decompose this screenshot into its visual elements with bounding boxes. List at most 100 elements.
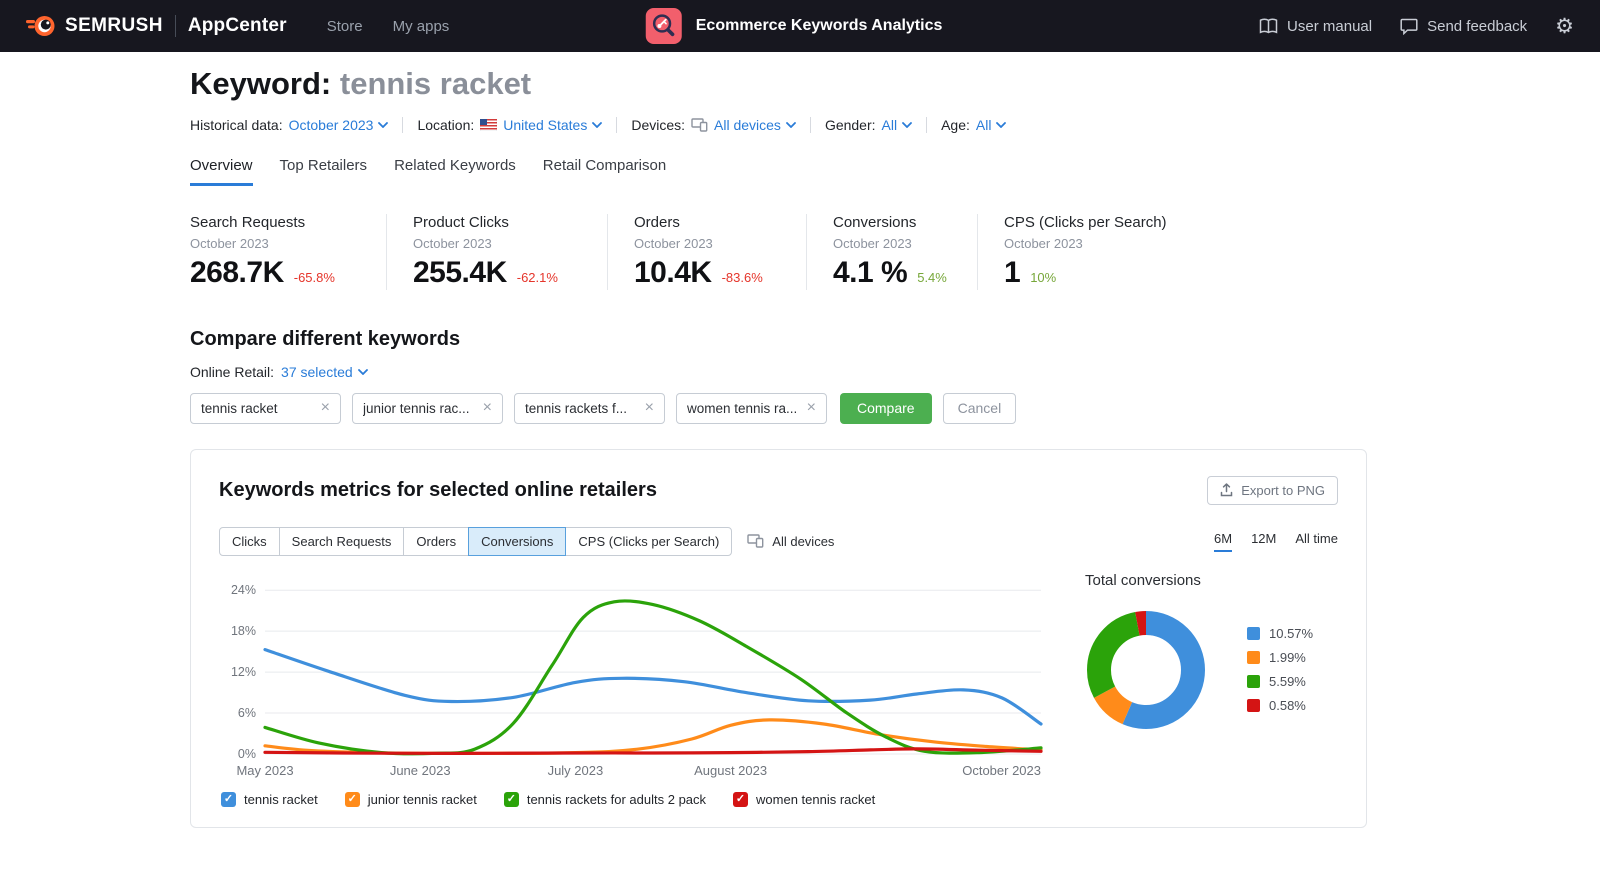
period-6m[interactable]: 6M [1214,531,1232,552]
chevron-down-icon [592,122,602,128]
metric-value: 1 [1004,256,1020,290]
metric-orders: Orders October 2023 10.4K-83.6% [607,214,806,290]
series-checkbox-legend: ✓ tennis racket ✓ junior tennis racket ✓… [219,792,1338,807]
location-dropdown[interactable]: United States [503,117,602,133]
metric-value: 268.7K [190,256,284,290]
series-checkbox-tennis-racket[interactable]: ✓ tennis racket [221,792,318,807]
age-dropdown[interactable]: All [976,117,1007,133]
metric-tab-conversions[interactable]: Conversions [468,527,566,556]
product-name[interactable]: AppCenter [188,15,287,37]
page-tabs: Overview Top Retailers Related Keywords … [190,157,1367,186]
remove-chip-icon[interactable]: × [483,400,492,416]
chart-devices-indicator[interactable]: All devices [747,534,834,549]
filter-label: Devices: [631,117,685,133]
filter-age[interactable]: Age: All [941,117,1006,133]
series-checkbox-tennis-rackets-adults[interactable]: ✓ tennis rackets for adults 2 pack [504,792,706,807]
filter-location[interactable]: Location: United States [417,117,602,133]
navbar-right: User manual Send feedback ⚙ [1259,16,1574,37]
svg-text:August 2023: August 2023 [694,763,767,778]
user-manual-button[interactable]: User manual [1259,18,1372,35]
online-retail-row: Online Retail: 37 selected [190,364,1367,380]
metrics-row: Search Requests October 2023 268.7K-65.8… [190,214,1367,290]
send-feedback-button[interactable]: Send feedback [1400,18,1527,35]
remove-chip-icon[interactable]: × [321,400,330,416]
metric-change: -83.6% [722,270,763,285]
svg-text:June 2023: June 2023 [390,763,451,778]
donut-legend: 10.57% 1.99% 5.59% 0.58% [1247,626,1313,713]
gear-icon[interactable]: ⚙ [1555,16,1574,37]
metric-product-clicks: Product Clicks October 2023 255.4K-62.1% [386,214,607,290]
metric-change: -62.1% [517,270,558,285]
send-feedback-label: Send feedback [1427,18,1527,35]
filter-historical-data[interactable]: Historical data: October 2023 [190,117,388,133]
online-retail-dropdown[interactable]: 37 selected [281,364,368,380]
svg-text:October 2023: October 2023 [962,763,1041,778]
nav-link-my-apps[interactable]: My apps [393,18,450,35]
metric-value: 10.4K [634,256,712,290]
navbar-app-header: Ecommerce Keywords Analytics [646,0,943,52]
metric-value: 4.1 % [833,256,907,290]
svg-text:6%: 6% [238,706,256,720]
metric-cps: CPS (Clicks per Search) October 2023 110… [977,214,1191,290]
metric-tab-clicks[interactable]: Clicks [219,527,280,556]
filter-gender[interactable]: Gender: All [825,117,912,133]
cancel-button[interactable]: Cancel [943,393,1017,424]
legend-swatch-blue [1247,627,1260,640]
historical-data-dropdown[interactable]: October 2023 [289,117,389,133]
devices-icon [691,118,708,132]
keyword-chip-2[interactable]: junior tennis rac... × [352,393,503,424]
legend-swatch-orange [1247,651,1260,664]
remove-chip-icon[interactable]: × [807,400,816,416]
series-checkbox-junior-tennis-racket[interactable]: ✓ junior tennis racket [345,792,477,807]
chevron-down-icon [358,369,368,375]
keyword-chips-row: tennis racket × junior tennis rac... × t… [190,393,1367,424]
compare-button[interactable]: Compare [840,393,932,424]
filter-label: Location: [417,117,474,133]
semrush-logo[interactable]: SEMRUSH [26,13,163,39]
donut-legend-item: 5.59% [1247,674,1313,689]
legend-swatch-green [1247,675,1260,688]
nav-link-store[interactable]: Store [327,18,363,35]
app-title: Ecommerce Keywords Analytics [696,17,943,35]
devices-icon [747,534,764,548]
checkbox-checked-icon[interactable]: ✓ [504,792,519,807]
donut-legend-item: 0.58% [1247,698,1313,713]
tab-overview[interactable]: Overview [190,157,253,186]
period-12m[interactable]: 12M [1251,531,1276,552]
filter-divider [926,117,927,133]
gender-dropdown[interactable]: All [882,117,913,133]
export-to-png-button[interactable]: Export to PNG [1207,476,1338,505]
checkbox-checked-icon[interactable]: ✓ [345,792,360,807]
chevron-down-icon [996,122,1006,128]
chevron-down-icon [902,122,912,128]
app-icon [646,8,682,44]
metric-value: 255.4K [413,256,507,290]
svg-text:May 2023: May 2023 [236,763,293,778]
keywords-metrics-card: Keywords metrics for selected online ret… [190,449,1367,828]
metric-tab-orders[interactable]: Orders [403,527,469,556]
filter-devices[interactable]: Devices: All devices [631,117,796,133]
metric-tab-group: Clicks Search Requests Orders Conversion… [219,527,732,556]
period-all-time[interactable]: All time [1295,531,1338,552]
keyword-chip-3[interactable]: tennis rackets f... × [514,393,665,424]
keyword-chip-1[interactable]: tennis racket × [190,393,341,424]
legend-swatch-red [1247,699,1260,712]
tab-related-keywords[interactable]: Related Keywords [394,157,516,186]
main-content: Keyword: tennis racket Historical data: … [0,52,1367,828]
checkbox-checked-icon[interactable]: ✓ [221,792,236,807]
metric-tab-search-requests[interactable]: Search Requests [279,527,405,556]
filters-bar: Historical data: October 2023 Location: … [190,117,1367,133]
top-navbar: SEMRUSH AppCenter Store My apps Ecommerc… [0,0,1600,52]
tab-retail-comparison[interactable]: Retail Comparison [543,157,666,186]
remove-chip-icon[interactable]: × [645,400,654,416]
keyword-chip-4[interactable]: women tennis ra... × [676,393,827,424]
series-checkbox-women-tennis-racket[interactable]: ✓ women tennis racket [733,792,875,807]
metric-change: 10% [1030,270,1056,285]
export-icon [1220,483,1233,497]
checkbox-checked-icon[interactable]: ✓ [733,792,748,807]
devices-dropdown[interactable]: All devices [714,117,796,133]
filter-label: Gender: [825,117,876,133]
metric-tab-cps[interactable]: CPS (Clicks per Search) [565,527,732,556]
tab-top-retailers[interactable]: Top Retailers [280,157,368,186]
donut-title: Total conversions [1085,572,1338,589]
